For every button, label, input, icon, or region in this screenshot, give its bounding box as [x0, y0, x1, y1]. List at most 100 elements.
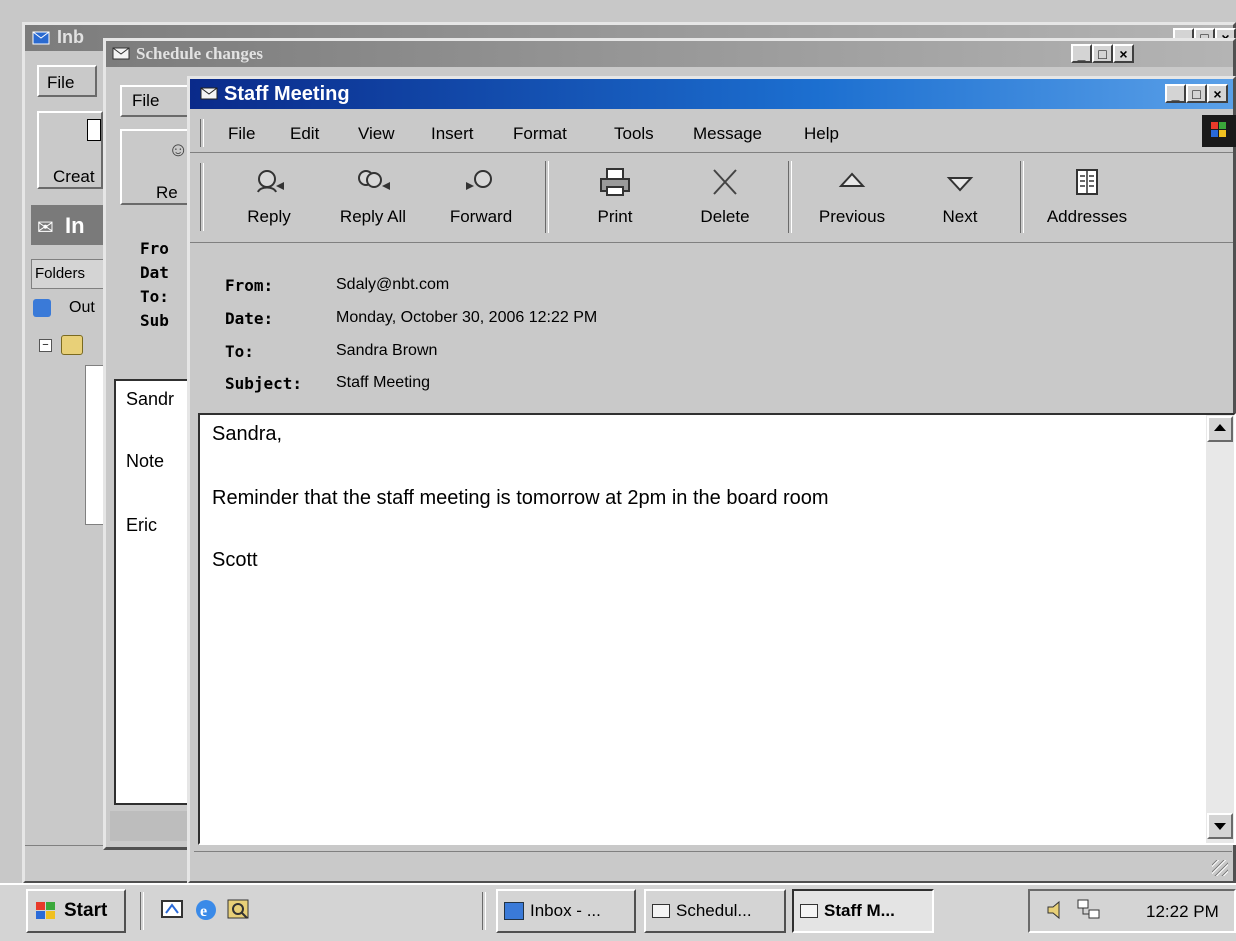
menu-insert[interactable]: Insert — [431, 124, 474, 144]
search-icon[interactable] — [226, 898, 252, 922]
scroll-down-icon — [1214, 823, 1226, 830]
desktop-icon[interactable] — [160, 898, 186, 922]
schedule-from-label: Fro — [140, 239, 169, 258]
schedule-body-line-3: Eric — [126, 515, 157, 535]
message-text: Reminder that the staff meeting is tomor… — [212, 487, 829, 509]
reply-all-button[interactable]: Reply All — [328, 155, 418, 235]
forward-icon — [464, 163, 498, 201]
menu-help[interactable]: Help — [804, 124, 839, 144]
taskbar-separator-1 — [140, 892, 144, 930]
schedule-close-button[interactable]: × — [1113, 44, 1134, 63]
menu-tools[interactable]: Tools — [614, 124, 654, 144]
outlook-today-icon — [33, 299, 51, 317]
toolbar-separator-2 — [788, 161, 792, 233]
ie-icon[interactable]: e — [192, 896, 220, 924]
subject-label: Subject: — [225, 374, 303, 393]
from-value[interactable]: Sdaly@nbt.com — [336, 276, 449, 294]
inbox-create-label: Creat — [53, 167, 95, 186]
staff-toolbar: Reply Reply All Forward Print Delete Pre… — [190, 155, 1233, 243]
forward-button[interactable]: Forward — [436, 155, 526, 235]
speaker-icon[interactable] — [1044, 898, 1068, 922]
task-schedule[interactable]: Schedul... — [644, 889, 786, 933]
inbox-folders-label: Folders — [35, 265, 86, 282]
menu-edit[interactable]: Edit — [290, 124, 319, 144]
previous-label: Previous — [818, 207, 886, 226]
print-label: Print — [597, 207, 633, 226]
reply-icon — [252, 163, 286, 201]
print-button[interactable]: Print — [570, 155, 660, 235]
resize-grip-icon[interactable] — [1212, 860, 1228, 876]
toolbar-separator-1 — [545, 161, 549, 233]
staff-title-bar[interactable]: Staff Meeting _ □ × — [190, 79, 1233, 109]
menu-file[interactable]: File — [228, 124, 255, 144]
address-book-icon — [1072, 163, 1102, 201]
staff-maximize-button[interactable]: □ — [1186, 84, 1207, 103]
tree-expand-icon[interactable]: − — [39, 339, 52, 352]
menu-grip — [200, 119, 204, 147]
schedule-reply-label: Re — [156, 183, 178, 202]
envelope-icon — [112, 45, 130, 61]
staff-meeting-window: Staff Meeting _ □ × File Edit View Inser… — [187, 76, 1236, 884]
task-inbox[interactable]: Inbox - ... — [496, 889, 636, 933]
inbox-status-bar — [25, 845, 205, 883]
forward-label: Forward — [449, 207, 513, 226]
staff-minimize-button[interactable]: _ — [1165, 84, 1186, 103]
message-scrollbar[interactable] — [1206, 415, 1234, 843]
to-value[interactable]: Sandra Brown — [336, 342, 437, 360]
staff-close-button[interactable]: × — [1207, 84, 1228, 103]
previous-icon — [837, 163, 867, 201]
reply-all-label: Reply All — [339, 207, 407, 226]
taskbar-separator-2 — [482, 892, 486, 930]
toolbar-grip — [200, 163, 204, 231]
svg-text:e: e — [200, 903, 207, 920]
next-button[interactable]: Next — [920, 155, 1000, 235]
next-icon — [945, 163, 975, 201]
from-label: From: — [225, 276, 274, 295]
delete-button[interactable]: Delete — [680, 155, 770, 235]
date-label: Date: — [225, 309, 274, 328]
start-label: Start — [64, 900, 108, 921]
task-outlook-icon — [504, 902, 524, 920]
message-body[interactable]: Sandra, Reminder that the staff meeting … — [198, 413, 1236, 845]
toolbar-separator-3 — [1020, 161, 1024, 233]
to-label: To: — [225, 342, 254, 361]
schedule-body-line-1: Sandr — [126, 389, 175, 409]
staff-menu-bar: File Edit View Insert Format Tools Messa… — [190, 111, 1236, 153]
staff-window-title: Staff Meeting — [224, 83, 350, 105]
delete-icon — [710, 163, 740, 201]
windows-flag-icon — [34, 900, 58, 922]
reply-button[interactable]: Reply — [224, 155, 314, 235]
menu-view[interactable]: View — [358, 124, 395, 144]
staff-envelope-icon — [200, 85, 218, 101]
schedule-reply-icon: ☺ — [168, 139, 189, 161]
task-staff-envelope-icon — [800, 904, 818, 918]
windows-logo-icon — [1202, 115, 1236, 147]
addresses-button[interactable]: Addresses — [1032, 155, 1142, 235]
schedule-date-label: Dat — [140, 263, 169, 282]
new-mail-icon — [87, 119, 101, 141]
folder-icon — [61, 335, 83, 355]
schedule-maximize-button[interactable]: □ — [1092, 44, 1113, 63]
scroll-up-icon — [1214, 424, 1226, 431]
inbox-panel-title: In — [65, 213, 85, 238]
outlook-icon — [31, 28, 51, 48]
schedule-to-label: To: — [140, 287, 169, 306]
previous-button[interactable]: Previous — [802, 155, 902, 235]
schedule-title-bar[interactable]: Schedule changes _ □ × — [106, 41, 1233, 67]
task-staff-label: Staff M... — [824, 901, 895, 920]
print-icon — [598, 163, 632, 201]
schedule-window-title: Schedule changes — [136, 44, 264, 63]
menu-message[interactable]: Message — [693, 124, 762, 144]
clock[interactable]: 12:22 PM — [1146, 902, 1219, 922]
network-icon[interactable] — [1076, 898, 1102, 922]
delete-label: Delete — [700, 207, 750, 226]
inbox-tree-item[interactable]: Out — [69, 299, 95, 317]
schedule-minimize-button[interactable]: _ — [1071, 44, 1092, 63]
inbox-menu-file-label: File — [47, 73, 75, 92]
subject-value: Staff Meeting — [336, 374, 430, 391]
task-inbox-label: Inbox - ... — [530, 901, 601, 920]
task-staff-meeting[interactable]: Staff M... — [792, 889, 934, 933]
start-button[interactable]: Start — [26, 889, 126, 933]
menu-format[interactable]: Format — [513, 124, 567, 144]
task-envelope-icon — [652, 904, 670, 918]
